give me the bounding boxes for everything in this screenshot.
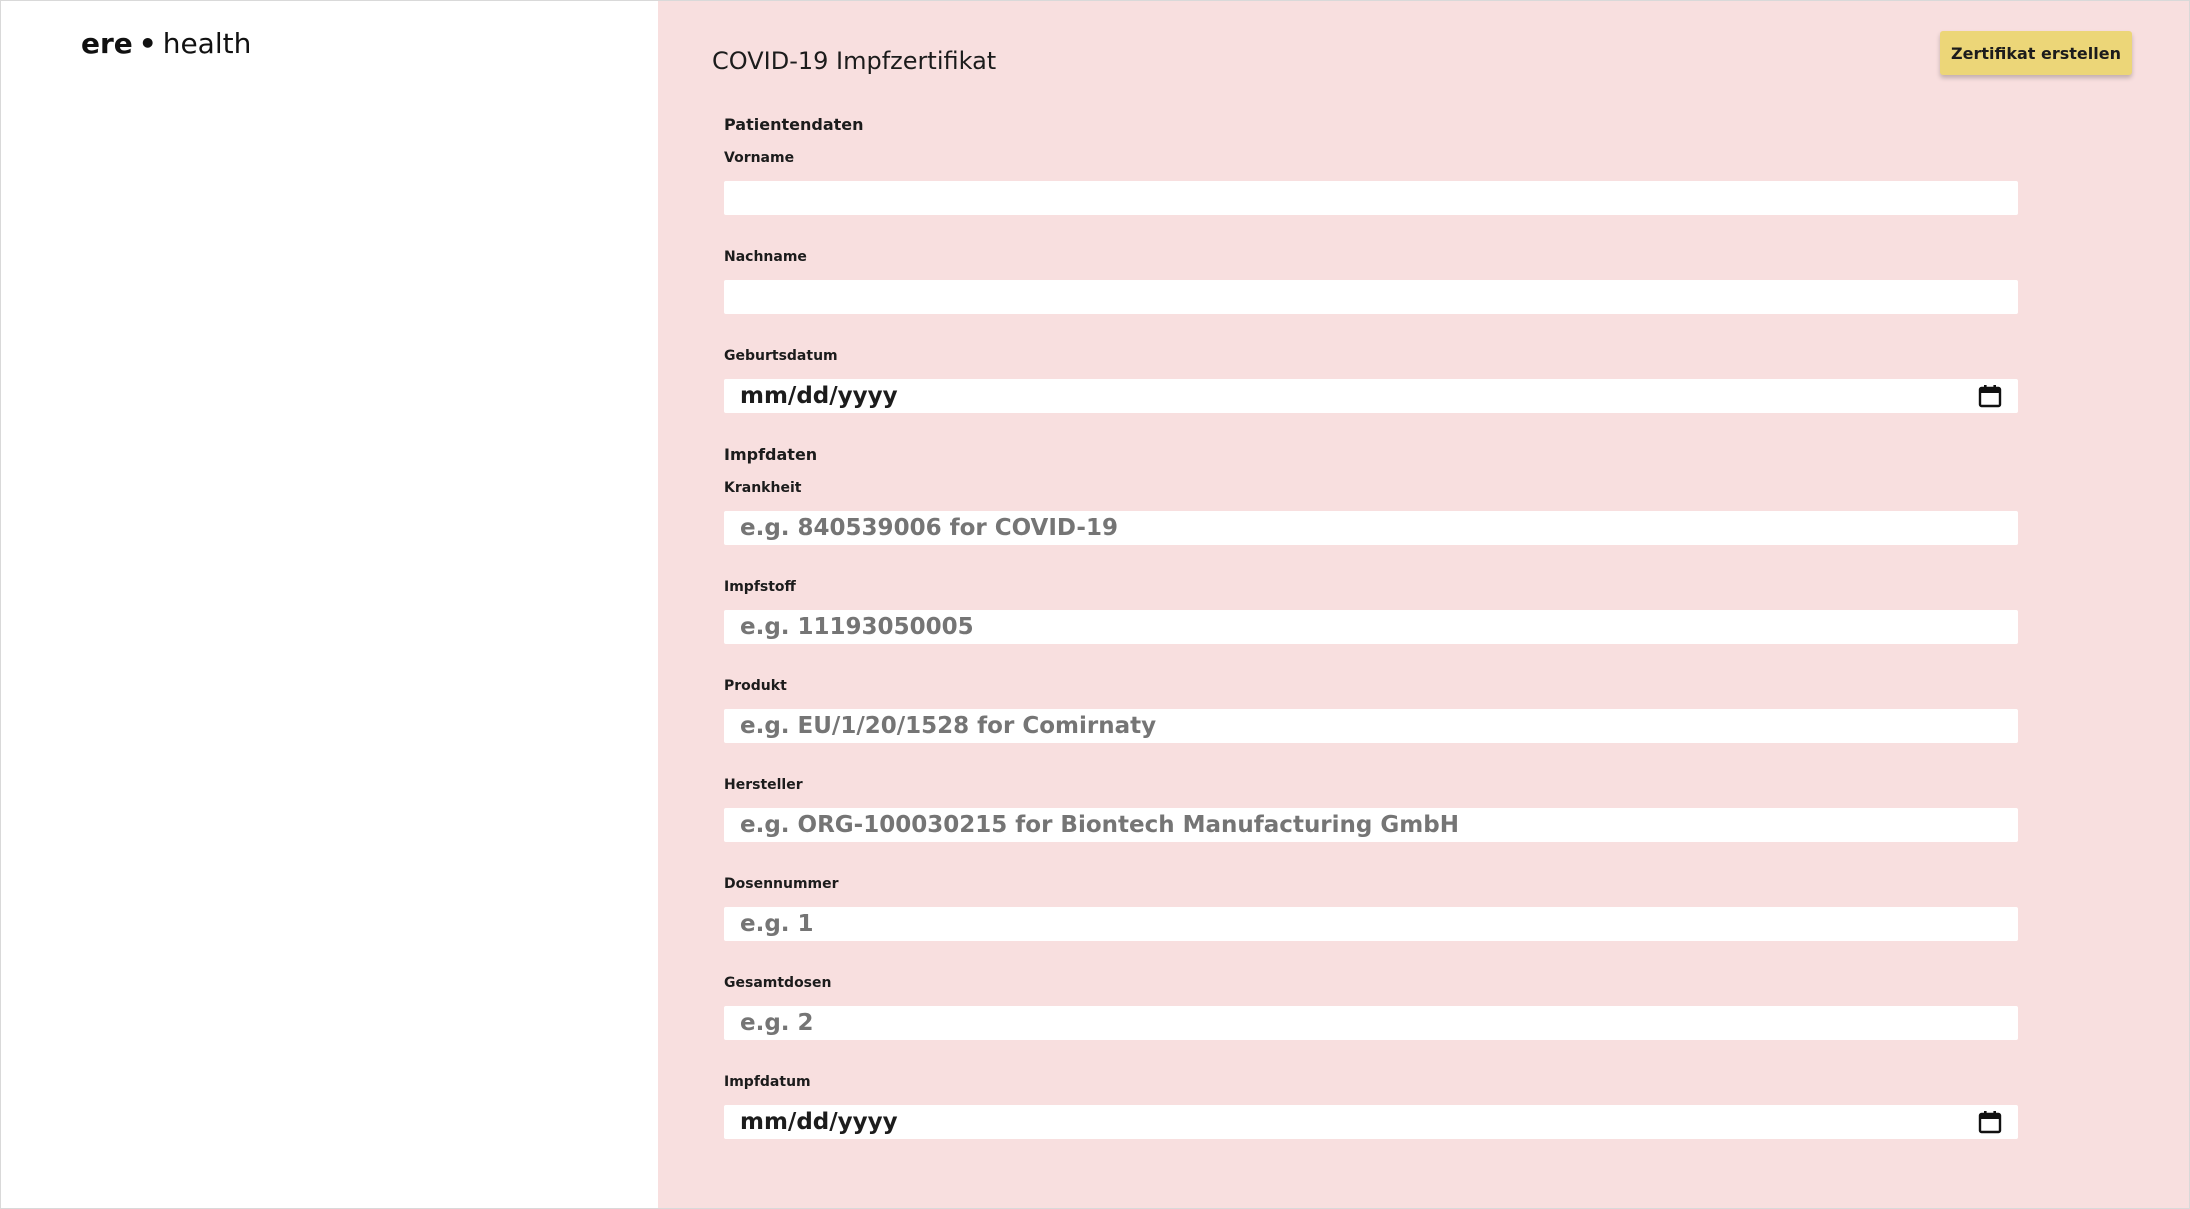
calendar-icon[interactable] xyxy=(1978,1110,2002,1134)
birth-date-input[interactable]: mm/dd/yyyy xyxy=(724,379,2018,413)
dose-number-label: Dosennummer xyxy=(724,876,839,892)
brand-name-strong: ere xyxy=(81,27,133,60)
first-name-label: Vorname xyxy=(724,150,795,166)
manufacturer-label: Hersteller xyxy=(724,777,803,793)
sidebar: ere • health xyxy=(1,1,658,1208)
product-label: Produkt xyxy=(724,678,787,694)
disease-input[interactable] xyxy=(724,511,2018,545)
vaccine-input[interactable] xyxy=(724,610,2018,644)
product-input[interactable] xyxy=(724,709,2018,743)
first-name-input[interactable] xyxy=(724,181,2018,215)
dose-number-input[interactable] xyxy=(724,907,2018,941)
birth-date-label: Geburtsdatum xyxy=(724,348,838,364)
brand-name-light: health xyxy=(162,27,252,60)
brand-logo[interactable]: ere • health xyxy=(81,27,251,61)
page-title: COVID-19 Impfzertifikat xyxy=(712,47,997,75)
brand-separator: • xyxy=(138,27,157,60)
total-doses-input[interactable] xyxy=(724,1006,2018,1040)
certificate-form-panel: COVID-19 Impfzertifikat Zertifikat erste… xyxy=(658,1,2189,1208)
vaccination-data-heading: Impfdaten xyxy=(724,445,818,464)
manufacturer-input[interactable] xyxy=(724,808,2018,842)
disease-label: Krankheit xyxy=(724,480,802,496)
birth-date-format: mm/dd/yyyy xyxy=(740,383,898,409)
vaccination-date-label: Impfdatum xyxy=(724,1074,811,1090)
vaccine-label: Impfstoff xyxy=(724,579,796,595)
vaccination-date-input[interactable]: mm/dd/yyyy xyxy=(724,1105,2018,1139)
last-name-input[interactable] xyxy=(724,280,2018,314)
calendar-icon[interactable] xyxy=(1978,384,2002,408)
total-doses-label: Gesamtdosen xyxy=(724,975,832,991)
last-name-label: Nachname xyxy=(724,249,807,265)
patient-data-heading: Patientendaten xyxy=(724,115,864,134)
vaccination-date-format: mm/dd/yyyy xyxy=(740,1109,898,1135)
create-certificate-button[interactable]: Zertifikat erstellen xyxy=(1940,31,2132,75)
